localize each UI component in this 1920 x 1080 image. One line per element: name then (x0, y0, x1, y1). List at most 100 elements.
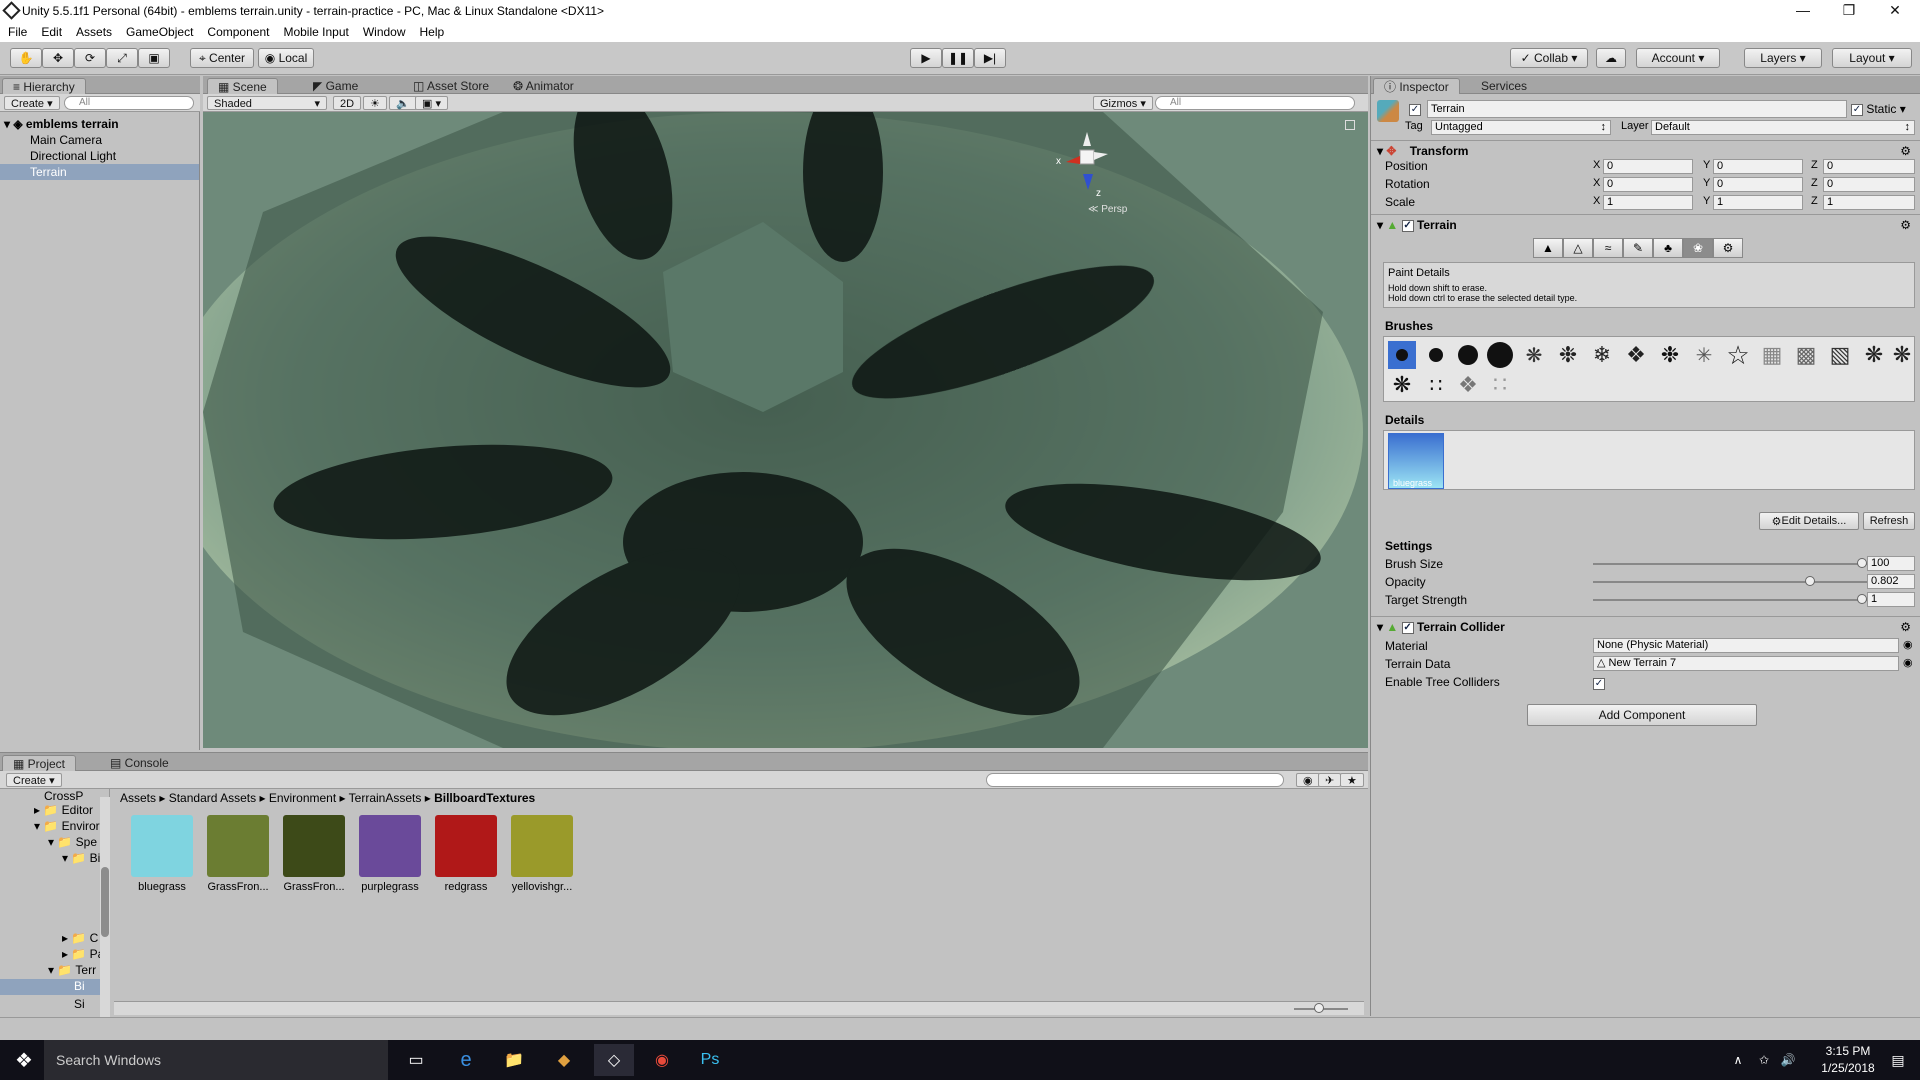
edge-browser-icon[interactable]: e (446, 1044, 486, 1076)
filter-type-icon[interactable]: ◉ (1296, 773, 1320, 787)
target-strength-field[interactable]: 1 (1867, 592, 1915, 607)
lock-icon[interactable] (1345, 120, 1355, 130)
tree-item-selected[interactable]: Bi (0, 979, 100, 995)
asset-item[interactable]: bluegrass (129, 815, 195, 893)
minimize-icon[interactable]: — (1780, 0, 1826, 22)
material-field[interactable]: None (Physic Material) (1593, 638, 1899, 653)
task-view-icon[interactable]: ▭ (396, 1044, 436, 1076)
scene-viewport[interactable]: x z ≪ Persp (203, 112, 1368, 748)
opacity-slider[interactable] (1593, 574, 1867, 590)
brush-round-large[interactable] (1486, 341, 1514, 369)
menu-component[interactable]: Component (207, 25, 269, 39)
brush-noise-1[interactable]: ▩ (1792, 341, 1820, 369)
edit-details-button[interactable]: ⚙ Edit Details... (1759, 512, 1859, 530)
brush-round-medium[interactable] (1454, 341, 1482, 369)
component-settings-icon[interactable]: ⚙ (1900, 215, 1911, 235)
component-settings-icon[interactable]: ⚙ (1900, 141, 1911, 161)
brush-splatter-7[interactable]: ❋ (1888, 341, 1916, 369)
static-toggle[interactable]: ✓ Static ▾ (1851, 102, 1906, 116)
slider-knob[interactable] (1857, 558, 1867, 568)
brush-noise-2[interactable]: ▧ (1826, 341, 1854, 369)
paint-texture-tool-icon[interactable]: ✎ (1623, 238, 1653, 258)
rotation-y-field[interactable]: 0 (1713, 177, 1803, 192)
clock[interactable]: 3:15 PM 1/25/2018 (1808, 1044, 1888, 1075)
scale-x-field[interactable]: 1 (1603, 195, 1693, 210)
wifi-icon[interactable]: ✩ (1752, 1044, 1776, 1076)
scene-search-input[interactable]: All (1155, 96, 1355, 110)
thumbnail-size-slider[interactable] (1294, 1003, 1348, 1013)
hierarchy-create-button[interactable]: Create ▾ (4, 96, 60, 110)
rotate-tool-icon[interactable]: ⟳ (74, 48, 106, 68)
cloud-icon[interactable]: ☁ (1596, 48, 1626, 68)
pivot-local-button[interactable]: ◉ Local (258, 48, 314, 68)
asset-item[interactable]: GrassFron... (205, 815, 271, 893)
hierarchy-item-main-camera[interactable]: Main Camera (0, 132, 199, 148)
sourcetree-icon[interactable]: ◆ (544, 1044, 584, 1076)
tab-project[interactable]: ▦ Project (2, 755, 77, 771)
collab-button[interactable]: ✓ Collab ▾ (1510, 48, 1588, 68)
tab-inspector[interactable]: ⓘ Inspector (1373, 78, 1460, 94)
windows-start-icon[interactable]: ❖ (4, 1044, 44, 1076)
hierarchy-search-input[interactable]: All (64, 96, 194, 110)
file-explorer-icon[interactable]: 📁 (494, 1044, 534, 1076)
rect-tool-icon[interactable]: ▣ (138, 48, 170, 68)
taskbar-search-box[interactable]: Search Windows (44, 1040, 388, 1080)
rotation-x-field[interactable]: 0 (1603, 177, 1693, 192)
slider-knob[interactable] (1314, 1003, 1324, 1013)
brush-splatter-2[interactable]: ❉ (1554, 341, 1582, 369)
favorite-star-icon[interactable]: ★ (1340, 773, 1364, 787)
scrollbar-thumb[interactable] (101, 867, 109, 937)
breadcrumb-item[interactable]: TerrainAssets (349, 791, 422, 805)
hierarchy-item-directional-light[interactable]: Directional Light (0, 148, 199, 164)
brush-soft-small[interactable] (1388, 341, 1416, 369)
persp-label[interactable]: ≪ Persp (1088, 204, 1127, 215)
volume-icon[interactable]: 🔊 (1776, 1044, 1800, 1076)
tab-hierarchy[interactable]: ≡ Hierarchy (2, 78, 86, 94)
asset-item[interactable]: GrassFron... (281, 815, 347, 893)
enable-tree-colliders-checkbox[interactable]: ✓ (1593, 676, 1605, 690)
project-search-input[interactable] (986, 773, 1284, 787)
unity-taskbar-icon[interactable]: ◇ (594, 1044, 634, 1076)
add-component-button[interactable]: Add Component (1527, 704, 1757, 726)
refresh-button[interactable]: Refresh (1863, 512, 1915, 530)
layers-button[interactable]: Layers ▾ (1744, 48, 1822, 68)
notifications-icon[interactable]: ▤ (1880, 1044, 1916, 1076)
menu-gameobject[interactable]: GameObject (126, 25, 193, 39)
terrain-collider-header[interactable]: ▾ ▲ ✓ Terrain Collider ⚙ (1371, 616, 1920, 636)
tree-item[interactable]: ▸ 📁 C (62, 931, 98, 945)
terrain-enabled-checkbox[interactable]: ✓ (1401, 219, 1414, 232)
tab-services[interactable]: Services (1471, 78, 1537, 94)
scale-z-field[interactable]: 1 (1823, 195, 1915, 210)
brush-dots-3[interactable]: ∷ (1486, 371, 1514, 399)
active-checkbox[interactable]: ✓ (1409, 102, 1421, 116)
brush-splatter-4[interactable]: ❖ (1622, 341, 1650, 369)
mode-2d-button[interactable]: 2D (333, 96, 362, 110)
smooth-height-tool-icon[interactable]: ≈ (1593, 238, 1623, 258)
step-button-icon[interactable]: ▶| (974, 48, 1006, 68)
lighting-icon[interactable]: ☀ (363, 96, 387, 110)
layout-button[interactable]: Layout ▾ (1832, 48, 1912, 68)
asset-item[interactable]: purplegrass (357, 815, 423, 893)
move-tool-icon[interactable]: ✥ (42, 48, 74, 68)
transform-header[interactable]: ▾ ✥ Transform ⚙ (1371, 140, 1920, 160)
effects-icon[interactable]: ▣ ▾ (415, 96, 448, 110)
brush-dots[interactable]: ∷ (1422, 371, 1450, 399)
brush-size-field[interactable]: 100 (1867, 556, 1915, 571)
brush-grass-1[interactable]: ▦ (1758, 341, 1786, 369)
pause-button-icon[interactable]: ❚❚ (942, 48, 974, 68)
brush-spark[interactable]: ✳ (1690, 341, 1718, 369)
play-button-icon[interactable]: ▶ (910, 48, 942, 68)
menu-file[interactable]: File (8, 25, 27, 39)
paint-details-tool-icon[interactable]: ❀ (1683, 238, 1713, 258)
position-x-field[interactable]: 0 (1603, 159, 1693, 174)
scale-y-field[interactable]: 1 (1713, 195, 1803, 210)
opacity-field[interactable]: 0.802 (1867, 574, 1915, 589)
tree-item[interactable]: ▸ 📁 Pa (62, 947, 104, 961)
tree-item[interactable]: CrossP (44, 789, 83, 803)
terrain-header[interactable]: ▾ ▲ ✓ Terrain ⚙ (1371, 214, 1920, 234)
paint-height-tool-icon[interactable]: △ (1563, 238, 1593, 258)
filter-label-icon[interactable]: ✈ (1318, 773, 1342, 787)
maximize-icon[interactable]: ❐ (1826, 0, 1872, 22)
tab-animator[interactable]: ❂ Animator (503, 78, 584, 94)
pivot-center-button[interactable]: ⌖ Center (190, 48, 254, 68)
